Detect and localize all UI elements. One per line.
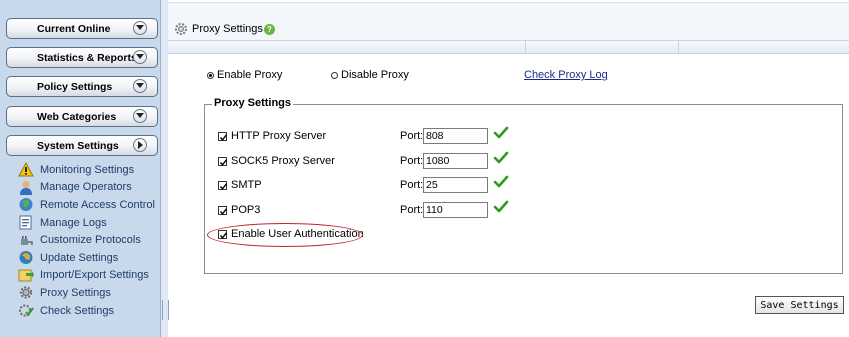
save-settings-button[interactable]: Save Settings xyxy=(755,296,844,314)
sidebar-item-label: Monitoring Settings xyxy=(40,163,135,176)
radio-indicator[interactable] xyxy=(331,71,338,79)
sidebar-item-monitoring-settings[interactable]: Monitoring Settings xyxy=(18,161,158,179)
disable-proxy-radio[interactable]: Disable Proxy xyxy=(331,69,409,81)
log-icon xyxy=(18,215,34,230)
sock5-proxy-checkbox[interactable] xyxy=(218,157,228,166)
globe-icon xyxy=(18,197,34,212)
title-bar xyxy=(168,2,849,41)
sidebar-item-label: Check Settings xyxy=(40,304,114,317)
sidebar-item-label: Import/Export Settings xyxy=(40,269,149,282)
menu-label: Web Categories xyxy=(37,111,117,123)
port-label: Port: xyxy=(400,155,424,167)
smtp-row: SMTP Port: xyxy=(218,175,518,196)
check-icon xyxy=(493,174,509,193)
http-proxy-checkbox[interactable] xyxy=(218,132,228,141)
sidebar-item-label: Proxy Settings xyxy=(40,286,111,299)
sock5-port-input[interactable] xyxy=(423,153,488,169)
group-legend: Proxy Settings xyxy=(212,97,294,109)
sidebar: Current Online Statistics & Reports Poli… xyxy=(0,0,161,337)
sidebar-item-label: Update Settings xyxy=(40,251,119,264)
page-title: Proxy Settings xyxy=(192,23,263,35)
check-icon xyxy=(493,150,509,169)
system-settings-submenu: Monitoring Settings Manage Operators Rem… xyxy=(18,161,158,319)
chevron-down-icon[interactable] xyxy=(133,79,147,93)
menu-statistics-reports[interactable]: Statistics & Reports xyxy=(6,47,158,68)
server-label: POP3 xyxy=(231,204,261,216)
import-export-icon xyxy=(18,268,34,283)
check-icon xyxy=(493,199,509,218)
chevron-right-icon[interactable] xyxy=(133,138,147,152)
menu-web-categories[interactable]: Web Categories xyxy=(6,106,158,127)
http-port-input[interactable] xyxy=(423,128,488,144)
chevron-down-icon[interactable] xyxy=(133,50,147,64)
port-label: Port: xyxy=(400,204,424,216)
menu-label: Policy Settings xyxy=(37,81,113,93)
update-globe-icon xyxy=(18,250,34,265)
smtp-port-input[interactable] xyxy=(423,177,488,193)
sidebar-item-remote-access-control[interactable]: Remote Access Control xyxy=(18,196,158,214)
menu-label: System Settings xyxy=(37,140,119,152)
sidebar-item-customize-protocols[interactable]: Customize Protocols xyxy=(18,231,158,249)
enable-proxy-radio[interactable]: Enable Proxy xyxy=(207,69,282,81)
sidebar-item-import-export-settings[interactable]: Import/Export Settings xyxy=(18,267,158,285)
port-label: Port: xyxy=(400,179,424,191)
menu-label: Current Online xyxy=(37,23,111,35)
check-gear-icon xyxy=(18,303,34,318)
divider xyxy=(525,41,526,53)
column-strip xyxy=(168,40,849,54)
check-icon xyxy=(493,125,509,144)
menu-system-settings[interactable]: System Settings xyxy=(6,135,158,156)
highlight-oval xyxy=(207,223,363,247)
disable-proxy-label: Disable Proxy xyxy=(341,69,409,81)
sidebar-item-label: Remote Access Control xyxy=(40,198,155,211)
sidebar-item-label: Customize Protocols xyxy=(40,234,141,247)
chevron-down-icon[interactable] xyxy=(133,21,147,35)
help-icon[interactable]: ? xyxy=(264,24,275,35)
server-label: SOCK5 Proxy Server xyxy=(231,155,335,167)
sidebar-splitter[interactable] xyxy=(160,0,169,337)
chevron-down-icon[interactable] xyxy=(133,109,147,123)
pop3-port-input[interactable] xyxy=(423,202,488,218)
server-label: SMTP xyxy=(231,179,262,191)
sidebar-item-check-settings[interactable]: Check Settings xyxy=(18,302,158,320)
pop3-checkbox[interactable] xyxy=(218,206,228,215)
radio-selected-indicator[interactable] xyxy=(207,71,214,79)
sidebar-item-manage-logs[interactable]: Manage Logs xyxy=(18,214,158,232)
user-icon xyxy=(18,180,34,195)
smtp-checkbox[interactable] xyxy=(218,181,228,190)
sidebar-item-proxy-settings[interactable]: Proxy Settings xyxy=(18,284,158,302)
menu-policy-settings[interactable]: Policy Settings xyxy=(6,76,158,97)
pop3-row: POP3 Port: xyxy=(218,200,518,221)
plug-icon xyxy=(18,233,34,248)
gear-icon xyxy=(18,285,34,300)
divider xyxy=(678,41,679,53)
http-proxy-row: HTTP Proxy Server Port: xyxy=(218,126,518,147)
port-label: Port: xyxy=(400,130,424,142)
menu-current-online[interactable]: Current Online xyxy=(6,18,158,39)
server-label: HTTP Proxy Server xyxy=(231,130,327,142)
sidebar-item-update-settings[interactable]: Update Settings xyxy=(18,249,158,267)
menu-label: Statistics & Reports xyxy=(37,52,137,64)
sock5-proxy-row: SOCK5 Proxy Server Port: xyxy=(218,151,518,172)
sidebar-item-label: Manage Operators xyxy=(40,181,132,194)
gear-icon xyxy=(174,22,188,39)
check-proxy-log-link[interactable]: Check Proxy Log xyxy=(524,69,608,81)
splitter-handle[interactable] xyxy=(162,300,169,320)
sidebar-item-label: Manage Logs xyxy=(40,216,107,229)
warning-icon xyxy=(18,162,34,177)
sidebar-item-manage-operators[interactable]: Manage Operators xyxy=(18,179,158,197)
page-header: Proxy Settings ? xyxy=(168,0,849,54)
enable-proxy-label: Enable Proxy xyxy=(217,69,283,81)
